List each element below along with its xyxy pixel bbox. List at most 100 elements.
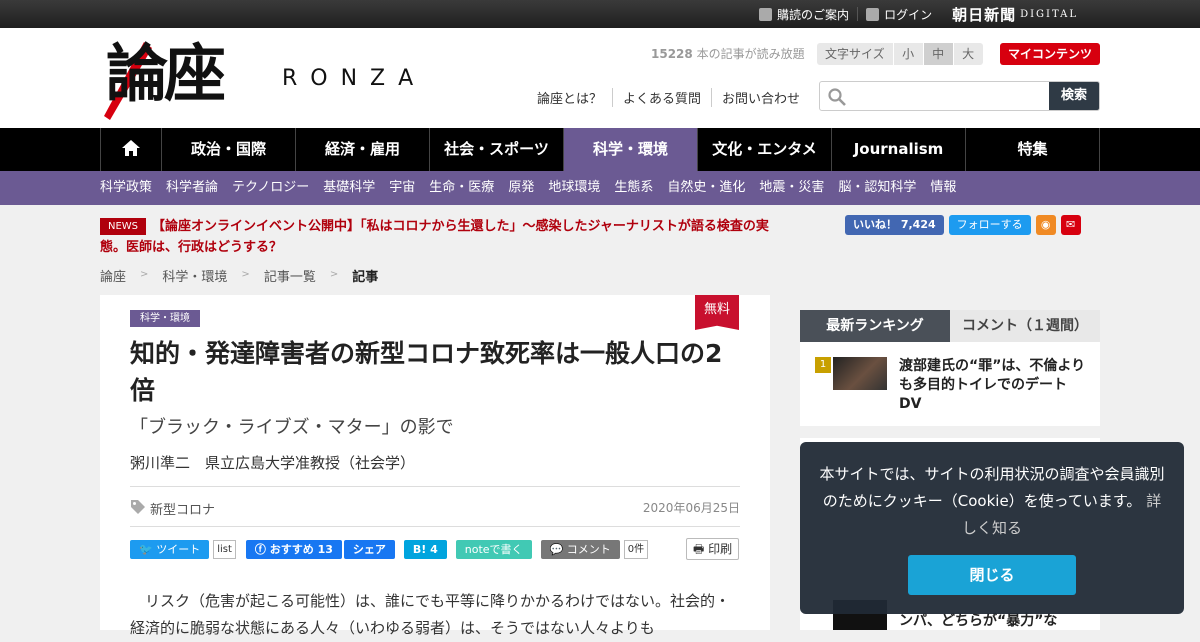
tab-ranking[interactable]: 最新ランキング [800,310,950,342]
tag-icon [131,500,145,514]
font-size-switcher: 文字サイズ 小 中 大 [817,43,983,65]
category-badge[interactable]: 科学・環境 [130,310,200,327]
tab-comments[interactable]: コメント（１週間） [950,310,1100,342]
font-size-large-button[interactable]: 大 [952,43,983,65]
nav-economy[interactable]: 経済・雇用 [296,128,430,171]
subscribe-label: 購読のご案内 [777,7,850,22]
article-meta: 新型コロナ 2020年06月25日 [130,486,740,527]
subnav-item[interactable]: テクノロジー [232,171,309,205]
contact-link[interactable]: お問い合わせ [711,88,810,107]
asahi-logo[interactable]: 朝日新聞 [952,4,1016,25]
subnav-item[interactable]: 脳・認知科学 [838,171,916,205]
article: 無料 科学・環境 知的・発達障害者の新型コロナ致死率は一般人口の2倍 「ブラック… [100,295,770,637]
asahi-digital-label: DIGITAL [1020,8,1078,20]
subnav-item[interactable]: 原発 [508,171,534,205]
mail-icon[interactable]: ✉ [1060,215,1081,235]
social-follow: いいね！ 7,424 フォローする ◉ ✉ [845,215,1081,235]
comment-count: 0件 [623,540,649,559]
article-count-number: 15228 [651,47,693,61]
hatena-bookmark-button[interactable]: B! 4 [403,540,447,559]
ranking-tabs: 最新ランキング コメント（１週間） [800,310,1100,342]
subnav-item[interactable]: 科学政策 [100,171,152,205]
article-date: 2020年06月25日 [642,501,740,515]
home-icon [122,140,140,156]
cookie-text: 本サイトでは、サイトの利用状況の調査や会員識別のためにクッキー（Cookie）を… [819,465,1165,510]
article-author[interactable]: 粥川準二 県立広島大学准教授（社会学） [130,452,415,473]
subnav-item[interactable]: 自然史・進化 [667,171,745,205]
nav-journalism[interactable]: Journalism [832,128,966,171]
news-badge: NEWS [100,218,147,235]
rank-thumbnail [833,357,887,390]
tweet-label: ツイート [156,543,201,556]
nav-features[interactable]: 特集 [966,128,1100,171]
login-link[interactable]: ログイン [858,7,940,22]
site-logo[interactable]: 論座 [106,38,226,110]
search-box: 検索 [819,81,1100,111]
my-contents-button[interactable]: マイコンテンツ [1000,43,1101,65]
subscribe-link[interactable]: 購読のご案内 [751,7,859,22]
nav-home[interactable] [100,128,162,171]
top-bar: 購読のご案内 ログイン 朝日新聞 DIGITAL [0,0,1200,28]
cookie-close-button[interactable]: 閉じる [908,555,1076,595]
rank-number: 1 [815,357,831,373]
subnav-item[interactable]: 生態系 [614,171,653,205]
header-links: 論座とは？ よくある質問 お問い合わせ [537,88,810,107]
article-tag[interactable]: 新型コロナ [150,499,215,518]
faq-link[interactable]: よくある質問 [612,88,711,107]
lock-icon [866,7,880,21]
subnav-item[interactable]: 基礎科学 [323,171,375,205]
share-bar: 🐦 ツイート list ⓕ おすすめ 13 シェア B! 4 noteで書く 💬… [130,539,658,560]
note-button[interactable]: noteで書く [455,540,532,559]
facebook-share-button[interactable]: シェア [343,540,395,559]
print-button[interactable]: 🖶 印刷 [686,538,740,560]
article-count: 15228 本の記事が読み放題 [651,45,805,62]
facebook-recommend-label: おすすめ 13 [269,543,333,556]
nav-politics[interactable]: 政治・国際 [162,128,296,171]
free-badge: 無料 [695,295,739,330]
site-header: 論座 RONZA 15228 本の記事が読み放題 文字サイズ 小 中 大 マイコ… [0,28,1200,128]
breadcrumb-separator: > [241,269,250,280]
subnav-item[interactable]: 生命・医療 [429,171,494,205]
breadcrumb-home[interactable]: 論座 [100,266,126,285]
breadcrumb: 論座 > 科学・環境 > 記事一覧 > 記事 [100,266,392,285]
facebook-like-button[interactable]: いいね！ 7,424 [845,215,944,235]
nav-culture[interactable]: 文化・エンタメ [698,128,832,171]
site-logo-en[interactable]: RONZA [282,66,426,91]
search-input[interactable] [852,82,1050,110]
login-label: ログイン [884,7,933,22]
nav-science[interactable]: 科学・環境 [564,128,698,171]
rss-icon[interactable]: ◉ [1035,215,1056,235]
subnav-item[interactable]: 情報 [930,171,956,205]
breadcrumb-list[interactable]: 記事一覧 [264,266,316,285]
subnav-item[interactable]: 地球環境 [548,171,600,205]
font-size-medium-button[interactable]: 中 [922,43,953,65]
tweet-button[interactable]: 🐦 ツイート [130,540,210,559]
cookie-message: 本サイトでは、サイトの利用状況の調査や会員識別のためにクッキー（Cookie）を… [818,461,1166,542]
article-subtitle: 「ブラック・ライブズ・マター」の影で [130,417,454,438]
breadcrumb-category[interactable]: 科学・環境 [162,266,227,285]
article-title: 知的・発達障害者の新型コロナ致死率は一般人口の2倍 [130,339,723,405]
rank-title: 渡部建氏の“罪”は、不倫よりも多目的トイレでのデートDV [899,358,1086,412]
breadcrumb-separator: > [329,269,339,280]
about-link[interactable]: 論座とは？ [537,88,612,107]
facebook-recommend-button[interactable]: ⓕ おすすめ 13 [245,540,342,559]
ranking-divider [800,426,1100,438]
subnav-item[interactable]: 地震・災害 [759,171,824,205]
breadcrumb-current: 記事 [352,270,379,285]
twitter-follow-button[interactable]: フォローする [948,215,1031,235]
search-button[interactable]: 検索 [1049,82,1099,110]
main-nav: 政治・国際 経済・雇用 社会・スポーツ 科学・環境 文化・エンタメ Journa… [0,128,1200,171]
subnav-item[interactable]: 宇宙 [389,171,415,205]
comment-button[interactable]: 💬 コメント [540,540,620,559]
news-banner[interactable]: NEWS 【論座オンラインイベント公開中】「私はコロナから生還した」～感染したジャ… [100,216,790,258]
article-count-text: 本の記事が読み放題 [692,47,805,61]
tweet-count: list [213,540,236,559]
cookie-banner: 本サイトでは、サイトの利用状況の調査や会員識別のためにクッキー（Cookie）を… [800,442,1184,614]
nav-society[interactable]: 社会・スポーツ [430,128,564,171]
font-size-small-button[interactable]: 小 [892,43,923,65]
subnav-item[interactable]: 科学者論 [166,171,218,205]
breadcrumb-separator: > [140,269,149,280]
print-label: 印刷 [708,542,733,556]
edit-icon [759,7,773,21]
article-body: リスク（危害が起こる可能性）は、誰にでも平等に降りかかるわけではない。社会的・経… [130,592,731,637]
